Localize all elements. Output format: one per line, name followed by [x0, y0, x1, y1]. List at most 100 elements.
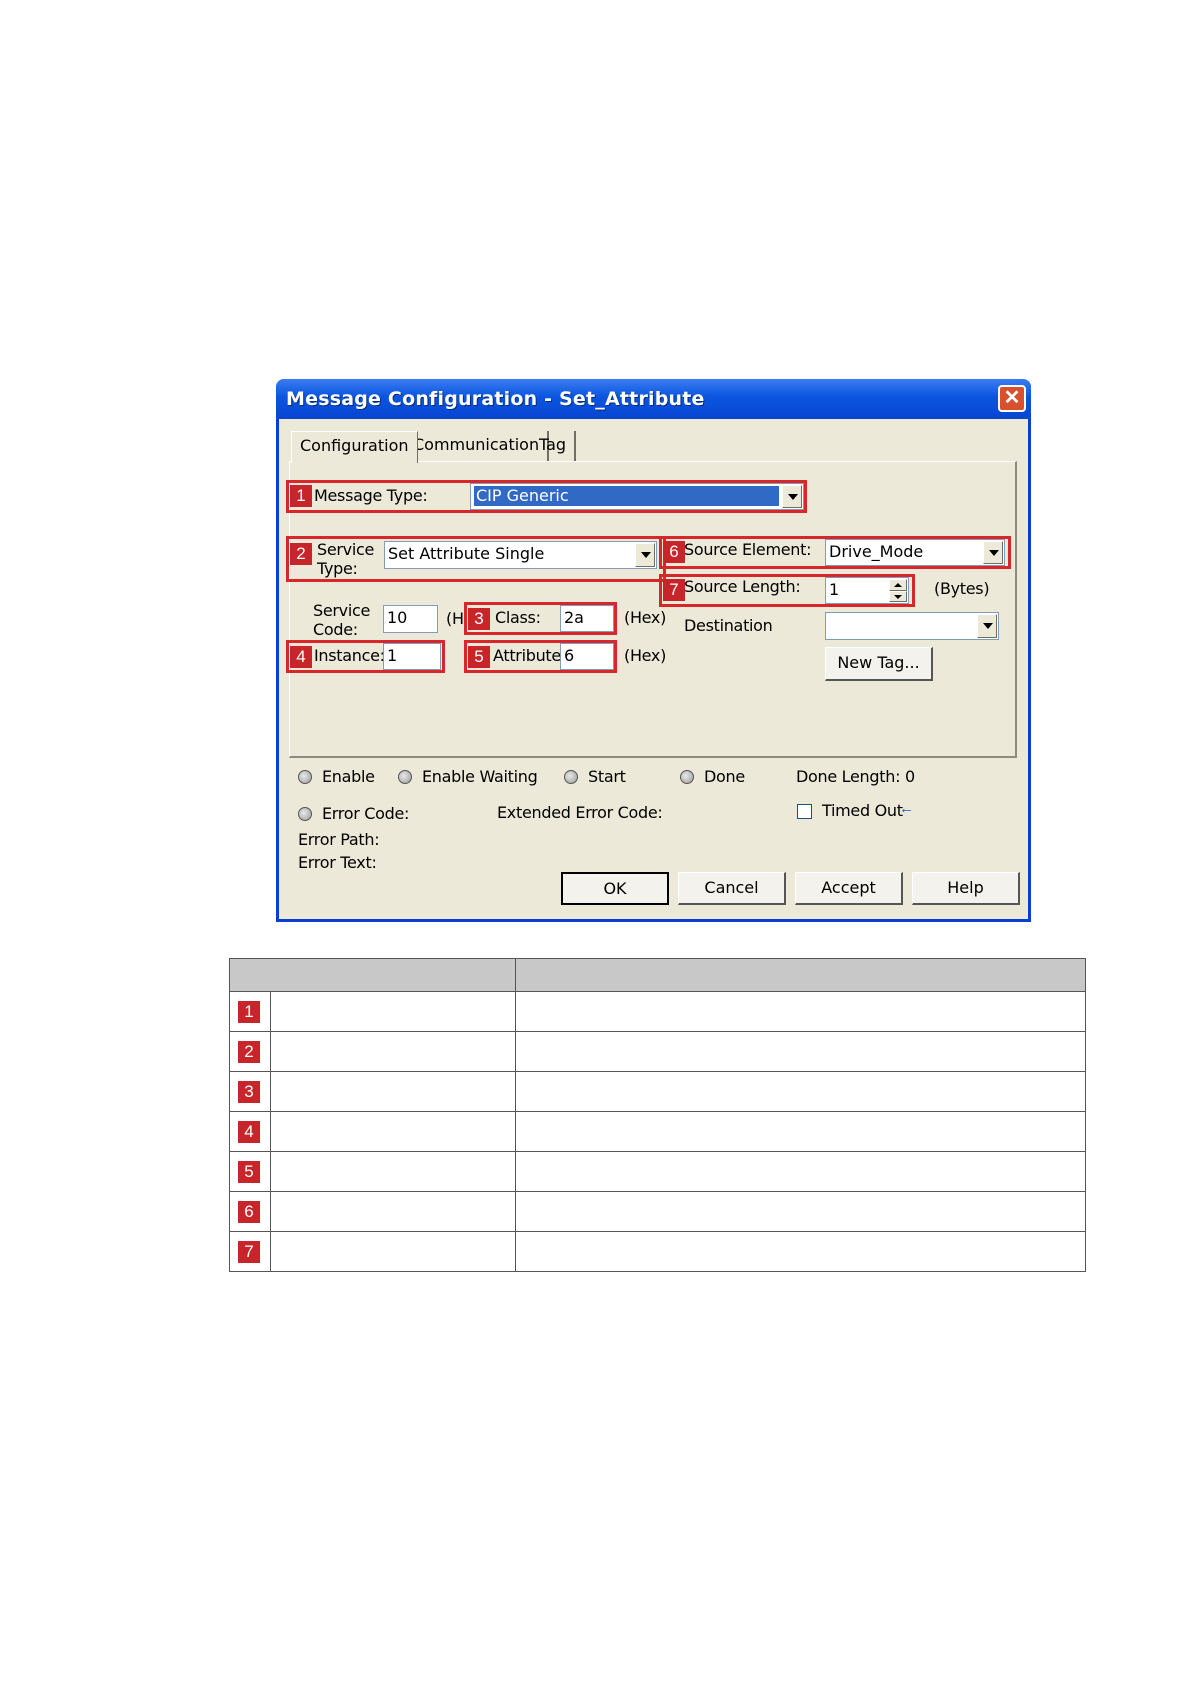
- table-cell: [515, 1151, 1086, 1192]
- table-cell: [270, 1031, 516, 1072]
- table-cell: [515, 1071, 1086, 1112]
- new-tag-button[interactable]: New Tag...: [825, 647, 933, 681]
- ok-button[interactable]: OK: [561, 872, 669, 905]
- table-row: 5: [229, 1151, 1086, 1192]
- table-cell: [270, 1111, 516, 1152]
- close-icon[interactable]: ✕: [998, 385, 1026, 412]
- start-label: Start: [588, 767, 626, 786]
- source-length-label: Source Length:: [684, 577, 801, 596]
- service-code-input[interactable]: 10: [383, 605, 438, 633]
- done-radio-icon: [680, 770, 694, 784]
- badge-5: 5: [468, 646, 490, 668]
- done-length-label: Done Length: 0: [796, 767, 915, 786]
- source-element-select[interactable]: Drive_Mode: [825, 539, 1005, 566]
- chevron-down-icon[interactable]: [983, 541, 1003, 564]
- class-label: Class:: [495, 608, 541, 627]
- table-row: 6: [229, 1191, 1086, 1232]
- table-badge-3: 3: [238, 1080, 260, 1103]
- class-unit: (Hex): [624, 608, 667, 627]
- table-badge-4: 4: [238, 1120, 260, 1143]
- table-row: 7: [229, 1231, 1086, 1272]
- table-cell: [270, 1191, 516, 1232]
- instance-input[interactable]: 1: [383, 643, 441, 670]
- table-cell: [270, 1071, 516, 1112]
- destination-label: Destination: [684, 616, 773, 635]
- service-code-label-line1: Service: [313, 601, 371, 620]
- table-row: 4: [229, 1111, 1086, 1152]
- source-length-value: 1: [829, 580, 840, 599]
- source-length-unit: (Bytes): [934, 579, 990, 598]
- table-badge-6: 6: [238, 1200, 260, 1223]
- badge-4: 4: [290, 646, 312, 668]
- table-cell: [515, 991, 1086, 1032]
- badge-7: 7: [663, 579, 685, 601]
- chevron-down-icon[interactable]: [782, 485, 802, 508]
- class-input[interactable]: 2a: [560, 605, 614, 632]
- error-code-radio-icon: [298, 807, 312, 821]
- table-row: 1: [229, 991, 1086, 1032]
- help-button[interactable]: Help: [912, 872, 1020, 905]
- table-badge-5: 5: [238, 1160, 260, 1183]
- table-badge-2: 2: [238, 1040, 260, 1063]
- accept-button[interactable]: Accept: [795, 872, 903, 905]
- service-type-select[interactable]: Set Attribute Single: [384, 541, 657, 569]
- cancel-button[interactable]: Cancel: [678, 872, 786, 905]
- table-badge-1: 1: [238, 1000, 260, 1023]
- enable-radio-icon: [298, 770, 312, 784]
- title-bar[interactable]: Message Configuration - Set_Attribute ✕: [276, 379, 1031, 419]
- table-badge-7: 7: [238, 1240, 260, 1263]
- arrow-left-icon: ←: [899, 800, 914, 817]
- table-cell: [515, 1111, 1086, 1152]
- service-type-value: Set Attribute Single: [388, 544, 545, 563]
- source-element-value: Drive_Mode: [829, 542, 924, 561]
- table-cell: 7: [229, 1231, 271, 1272]
- destination-select[interactable]: [825, 612, 999, 640]
- message-configuration-dialog: Message Configuration - Set_Attribute ✕ …: [276, 379, 1031, 922]
- enable-waiting-label: Enable Waiting: [422, 767, 538, 786]
- extended-error-code-label: Extended Error Code:: [497, 803, 663, 822]
- service-type-label-line2: Type:: [317, 559, 358, 578]
- table-header-row: [229, 958, 1086, 992]
- done-label: Done: [704, 767, 745, 786]
- table-cell: 2: [229, 1031, 271, 1072]
- source-element-label: Source Element:: [684, 540, 812, 559]
- spin-control[interactable]: [889, 579, 907, 602]
- spin-down-icon[interactable]: [889, 590, 907, 602]
- instance-label: Instance:: [314, 646, 385, 665]
- tab-configuration[interactable]: Configuration: [291, 431, 418, 463]
- table-row: 2: [229, 1031, 1086, 1072]
- table-cell: [515, 1231, 1086, 1272]
- chevron-down-icon[interactable]: [977, 614, 997, 638]
- badge-3: 3: [468, 608, 490, 630]
- table-cell: [270, 991, 516, 1032]
- spin-up-icon[interactable]: [889, 579, 907, 591]
- attribute-label: Attribute:: [493, 646, 567, 665]
- attribute-input[interactable]: 6: [560, 643, 614, 670]
- message-type-label: Message Type:: [314, 486, 428, 505]
- table-cell: [515, 1191, 1086, 1232]
- service-type-label-line1: Service: [317, 540, 375, 559]
- error-text-label: Error Text:: [298, 853, 377, 872]
- table-cell: [270, 1151, 516, 1192]
- table-cell: [515, 1031, 1086, 1072]
- service-code-label-line2: Code:: [313, 620, 358, 639]
- source-length-input[interactable]: 1: [825, 577, 909, 604]
- table-cell: 5: [229, 1151, 271, 1192]
- enable-waiting-radio-icon: [398, 770, 412, 784]
- message-type-value: CIP Generic: [474, 486, 779, 506]
- table-header-cell: [515, 958, 1086, 992]
- service-code-unit: (H: [446, 609, 464, 628]
- tab-communication[interactable]: Communication: [405, 431, 550, 461]
- table-row: 3: [229, 1071, 1086, 1112]
- badge-6: 6: [663, 541, 685, 563]
- message-type-select[interactable]: CIP Generic: [470, 483, 804, 510]
- timed-out-checkbox[interactable]: [797, 804, 812, 819]
- badge-1: 1: [290, 485, 312, 507]
- table-cell: [270, 1231, 516, 1272]
- error-path-label: Error Path:: [298, 830, 380, 849]
- table-header-cell: [229, 958, 516, 992]
- tab-tag[interactable]: Tag: [531, 431, 577, 461]
- chevron-down-icon[interactable]: [635, 543, 655, 567]
- window-title: Message Configuration - Set_Attribute: [286, 388, 705, 410]
- attribute-unit: (Hex): [624, 646, 667, 665]
